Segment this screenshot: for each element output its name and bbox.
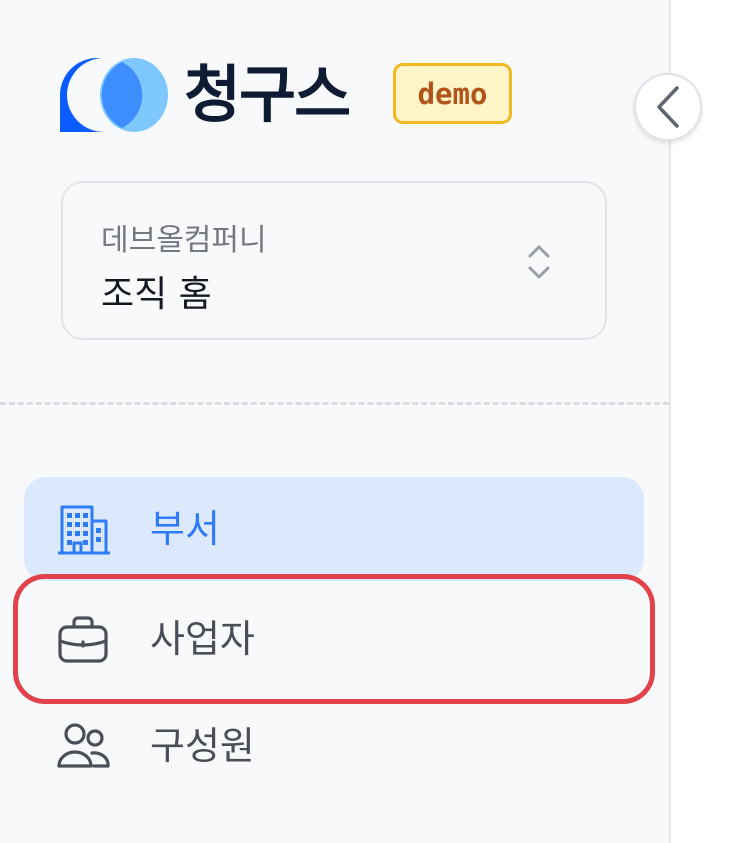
app-root: 청구스 demo 데브올컴퍼니 조직 홈 부서 사업자 구성원 bbox=[0, 0, 729, 843]
sidebar: 청구스 demo 데브올컴퍼니 조직 홈 부서 사업자 구성원 bbox=[0, 0, 671, 843]
collapse-sidebar-button[interactable] bbox=[634, 73, 702, 141]
highlight-annotation bbox=[13, 574, 655, 704]
chevron-left-icon bbox=[657, 86, 679, 128]
section-divider bbox=[0, 402, 669, 405]
app-name: 청구스 bbox=[184, 58, 351, 131]
chevron-up-down-icon bbox=[528, 245, 550, 279]
demo-badge: demo bbox=[393, 63, 512, 124]
nav-item-members[interactable]: 구성원 bbox=[24, 694, 644, 798]
org-name: 데브올컴퍼니 bbox=[101, 223, 267, 258]
nav-item-label: 부서 bbox=[150, 507, 220, 551]
current-page-label: 조직 홈 bbox=[101, 274, 212, 315]
logo-icon bbox=[60, 58, 168, 132]
building-icon bbox=[58, 505, 110, 555]
users-icon bbox=[57, 723, 110, 768]
nav-item-departments[interactable]: 부서 bbox=[24, 477, 644, 581]
nav-item-label: 구성원 bbox=[150, 724, 255, 768]
app-logo[interactable]: 청구스 bbox=[60, 58, 351, 132]
org-selector[interactable]: 데브올컴퍼니 조직 홈 bbox=[61, 181, 607, 340]
